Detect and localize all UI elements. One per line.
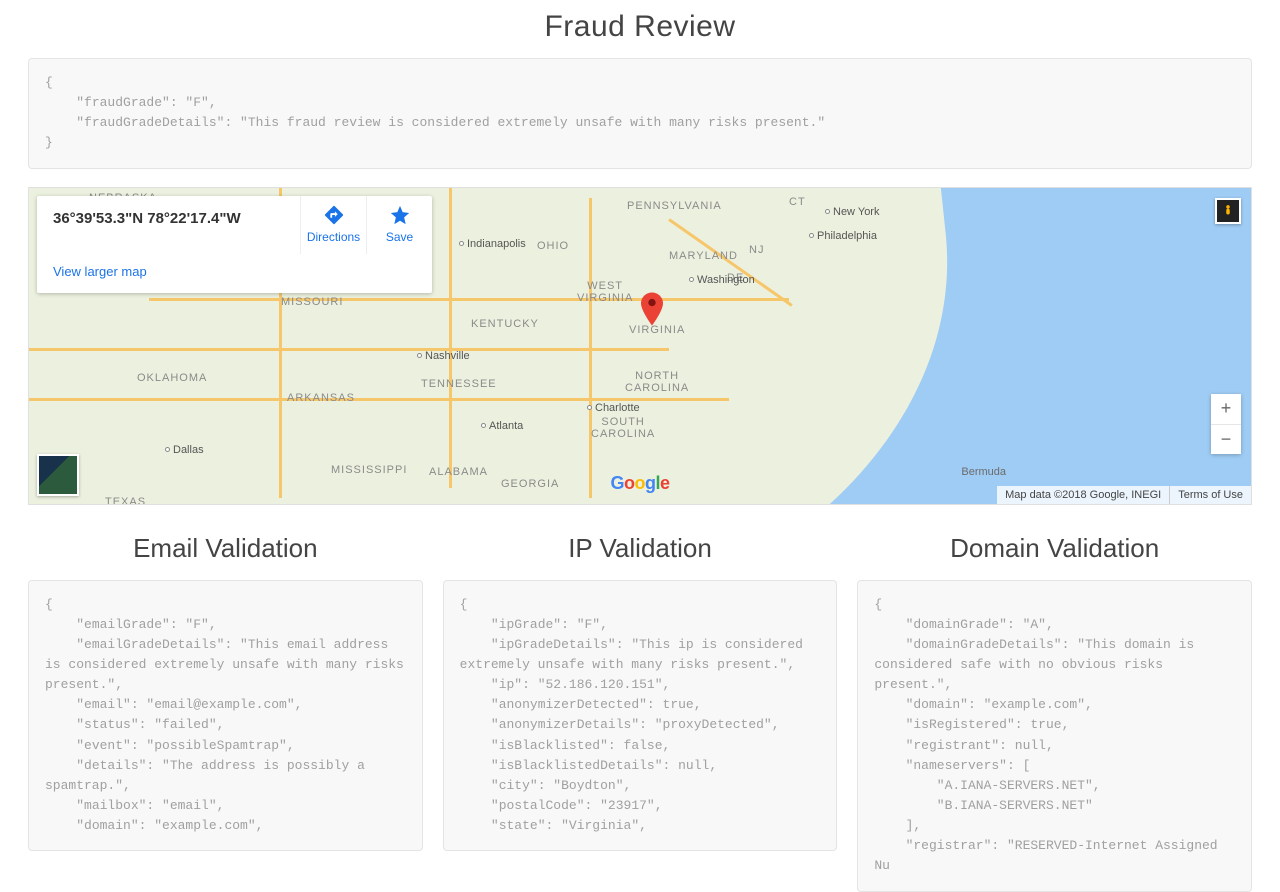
email-validation-title: Email Validation (28, 533, 423, 564)
state-label: GEORGIA (501, 478, 559, 490)
save-button[interactable]: Save (366, 196, 432, 254)
city-label: Nashville (417, 350, 470, 362)
city-label: Dallas (165, 444, 204, 456)
map-attribution: Map data ©2018 Google, INEGI Terms of Us… (997, 486, 1251, 504)
state-label: OKLAHOMA (137, 372, 207, 384)
terms-of-use-link[interactable]: Terms of Use (1169, 486, 1251, 504)
streetview-button[interactable] (1215, 198, 1241, 224)
state-label: ARKANSAS (287, 392, 355, 404)
state-label: CT (789, 196, 806, 208)
state-label: PENNSYLVANIA (627, 200, 722, 212)
map-road (589, 198, 592, 498)
map-coords: 36°39'53.3"N 78°22'17.4"W (37, 196, 300, 233)
domain-json: { "domainGrade": "A", "domainGradeDetail… (857, 580, 1252, 892)
state-label: MISSOURI (281, 296, 343, 308)
map-label-bermuda: Bermuda (961, 466, 1006, 478)
map-road (149, 298, 789, 301)
email-json: { "emailGrade": "F", "emailGradeDetails"… (28, 580, 423, 852)
map-marker-icon[interactable] (641, 292, 663, 326)
state-label: MISSISSIPPI (331, 464, 407, 476)
ip-json: { "ipGrade": "F", "ipGradeDetails": "Thi… (443, 580, 838, 852)
google-logo: Google (610, 473, 669, 494)
directions-button[interactable]: Directions (300, 196, 366, 254)
state-label: NJ (749, 244, 764, 256)
ip-validation-title: IP Validation (443, 533, 838, 564)
fraud-review-title: Fraud Review (28, 10, 1252, 44)
domain-validation-title: Domain Validation (857, 533, 1252, 564)
state-label: MARYLAND (669, 250, 738, 262)
city-label: Indianapolis (459, 238, 526, 250)
star-icon (389, 204, 411, 226)
fraud-json: { "fraudGrade": "F", "fraudGradeDetails"… (28, 58, 1252, 169)
city-label: Washington (689, 274, 755, 286)
city-label: Atlanta (481, 420, 523, 432)
state-label: NORTH CAROLINA (625, 370, 689, 394)
state-label: KENTUCKY (471, 318, 539, 330)
map-info-card: 36°39'53.3"N 78°22'17.4"W Directions Sav… (37, 196, 432, 293)
state-label: OHIO (537, 240, 569, 252)
zoom-in-button[interactable]: + (1211, 394, 1241, 424)
map-data-label: Map data ©2018 Google, INEGI (997, 486, 1169, 504)
google-map[interactable]: NEBRASKA MISSOURI ARKANSAS OKLAHOMA TEXA… (28, 187, 1252, 505)
city-label: Charlotte (587, 402, 640, 414)
view-larger-map-link[interactable]: View larger map (37, 254, 432, 293)
city-label: Philadelphia (809, 230, 877, 242)
pegman-icon (1221, 202, 1235, 220)
zoom-out-button[interactable]: − (1211, 424, 1241, 454)
zoom-controls: + − (1211, 394, 1241, 454)
state-label: SOUTH CAROLINA (591, 416, 655, 440)
city-label: New York (825, 206, 879, 218)
map-road (449, 188, 452, 488)
state-label: WEST VIRGINIA (577, 280, 633, 304)
state-label: ALABAMA (429, 466, 488, 478)
state-label: TENNESSEE (421, 378, 497, 390)
map-road (29, 398, 729, 401)
state-label: TEXAS (105, 496, 146, 505)
map-road (29, 348, 669, 351)
satellite-toggle[interactable] (37, 454, 79, 496)
directions-icon (323, 204, 345, 226)
